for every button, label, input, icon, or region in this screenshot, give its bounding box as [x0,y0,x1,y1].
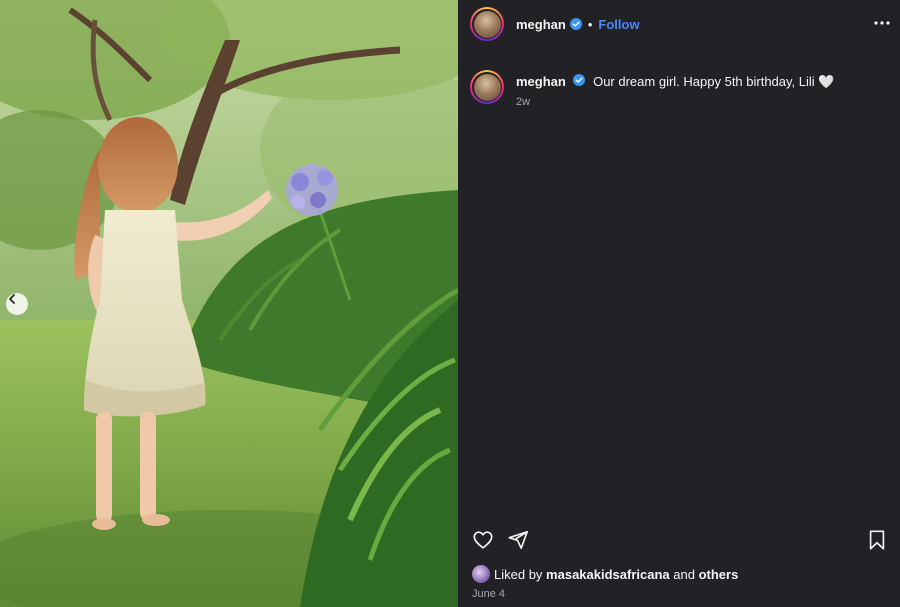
heart-icon [473,531,493,549]
bookmark-icon [869,530,885,550]
like-button[interactable] [472,529,494,556]
follow-button[interactable]: Follow [598,17,639,32]
separator-dot: • [587,16,593,32]
caption-text: Our dream girl. Happy 5th birthday, Lili… [593,74,835,89]
likes-others-link[interactable]: others [699,567,739,582]
more-options-button[interactable] [874,13,890,38]
instagram-post: meghan • Follow meghan Our dream girl. H… [0,0,900,607]
caption-username[interactable]: meghan [516,74,566,89]
post-age[interactable]: 2w [516,96,834,108]
carousel-prev-button[interactable] [6,293,28,315]
send-icon [508,530,528,550]
header-username[interactable]: meghan [516,17,566,32]
likes-connector: and [673,566,695,582]
photo-illustration [0,0,458,607]
post-photo[interactable] [0,0,458,607]
verified-badge-icon [573,74,586,86]
share-button[interactable] [507,529,529,556]
post-sidebar: meghan • Follow meghan Our dream girl. H… [458,0,900,607]
verified-badge-icon [569,18,582,30]
action-bar [472,529,888,553]
likes-summary: Liked by masakakidsafricana and others [472,565,738,583]
save-button[interactable] [866,529,888,556]
liker-avatar[interactable] [472,565,490,583]
chevron-left-icon [9,294,15,304]
post-date[interactable]: June 4 [472,588,505,600]
more-options-icon [874,21,890,25]
caption: meghan Our dream girl. Happy 5th birthda… [470,70,834,108]
profile-photo [473,10,501,38]
liker-username[interactable]: masakakidsafricana [546,567,670,582]
likes-prefix: Liked by [494,566,543,582]
caption-avatar[interactable] [470,70,504,104]
avatar[interactable] [470,7,504,41]
post-header: meghan • Follow [458,0,900,48]
profile-photo [473,73,501,101]
